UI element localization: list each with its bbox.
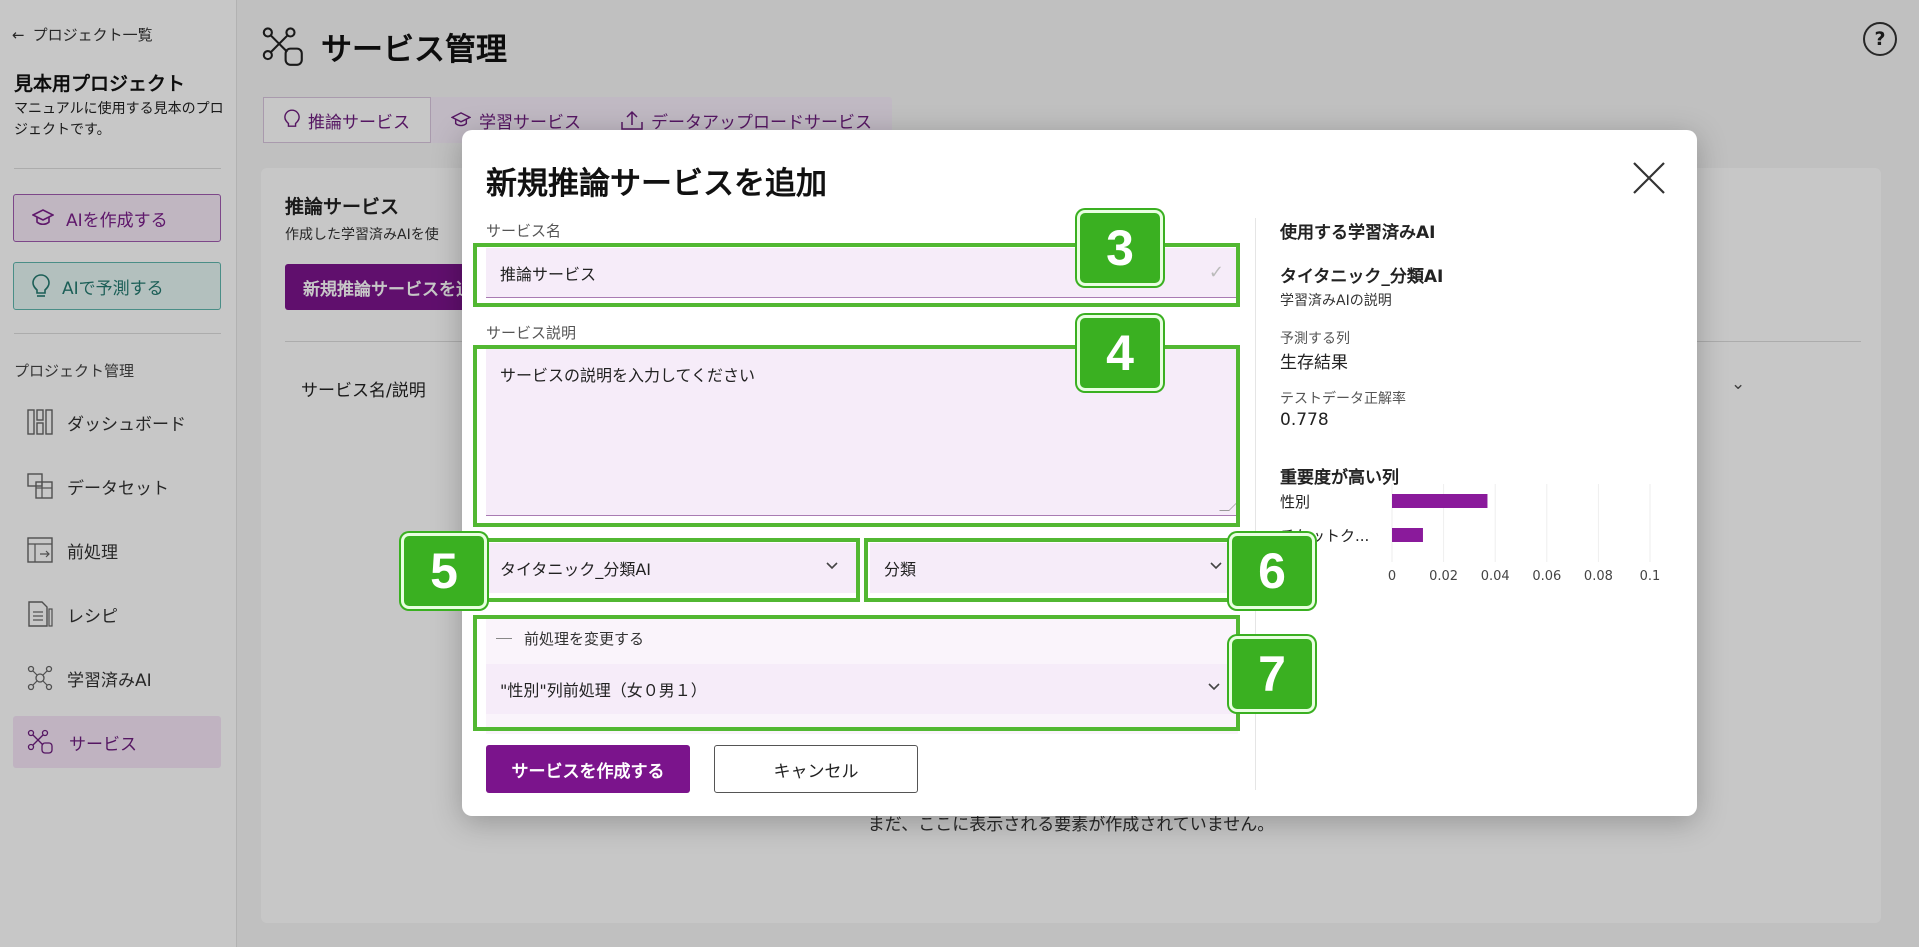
- task-type-select-value: 分類: [884, 560, 917, 579]
- chevron-down-icon: [826, 562, 838, 570]
- service-description-label: サービス説明: [486, 324, 577, 342]
- chart-tick-label: 0.06: [1532, 569, 1561, 584]
- chart-bar[interactable]: [1392, 528, 1423, 542]
- service-name-label: サービス名: [486, 222, 562, 240]
- chart-tick-label: 0.1: [1640, 569, 1661, 584]
- feature-importance-chart: 0 0.02 0.04 0.06 0.08 0.1性別チケットク...: [1280, 484, 1661, 584]
- info-model-description: 学習済みAIの説明: [1280, 293, 1392, 309]
- step-badge: 6: [1229, 533, 1315, 609]
- info-accuracy-value: 0.778: [1280, 410, 1329, 430]
- trained-ai-select[interactable]: タイタニック_分類AI: [486, 543, 856, 593]
- step-badge: 7: [1229, 636, 1315, 712]
- close-button[interactable]: [1631, 160, 1667, 196]
- preprocess-toggle-label: 前処理を変更する: [524, 630, 645, 648]
- step-badge: 3: [1077, 210, 1163, 286]
- chevron-down-icon: [1210, 562, 1222, 570]
- info-target-value: 生存結果: [1280, 353, 1348, 373]
- close-icon: [1633, 162, 1665, 194]
- chart-tick-label: 0: [1388, 569, 1396, 584]
- task-type-select[interactable]: 分類: [870, 543, 1240, 593]
- preprocess-select[interactable]: "性別"列前処理（女０男１）: [486, 664, 1238, 714]
- step-badge: 5: [401, 533, 487, 609]
- service-name-value: 推論サービス: [500, 264, 597, 284]
- step-badge: 4: [1077, 315, 1163, 391]
- chart-tick-label: 0.08: [1584, 569, 1613, 584]
- chart-tick-label: 0.04: [1481, 569, 1510, 584]
- chevron-down-icon: [1208, 683, 1220, 691]
- trained-ai-select-value: タイタニック_分類AI: [500, 560, 652, 579]
- create-service-button[interactable]: サービスを作成する: [486, 745, 690, 793]
- collapse-icon: [496, 638, 512, 639]
- resize-handle-icon[interactable]: [1219, 501, 1239, 511]
- preprocess-toggle[interactable]: 前処理を変更する: [496, 628, 644, 649]
- chart-bar[interactable]: [1392, 494, 1488, 508]
- chart-category-label: 性別: [1280, 493, 1310, 511]
- preprocess-section: 前処理を変更する "性別"列前処理（女０男１）: [486, 618, 1238, 734]
- info-target-label: 予測する列: [1280, 331, 1350, 347]
- check-icon: ✓: [1208, 262, 1224, 283]
- service-description-placeholder: サービスの説明を入力してください: [500, 366, 756, 385]
- cancel-button[interactable]: キャンセル: [714, 745, 918, 793]
- info-accuracy-label: テストデータ正解率: [1280, 391, 1406, 407]
- dialog-title: 新規推論サービスを追加: [486, 166, 827, 202]
- info-model-name: タイタニック_分類AI: [1280, 267, 1444, 287]
- preprocess-select-value: "性別"列前処理（女０男１）: [500, 681, 707, 700]
- chart-tick-label: 0.02: [1429, 569, 1458, 584]
- info-heading: 使用する学習済みAI: [1280, 223, 1436, 243]
